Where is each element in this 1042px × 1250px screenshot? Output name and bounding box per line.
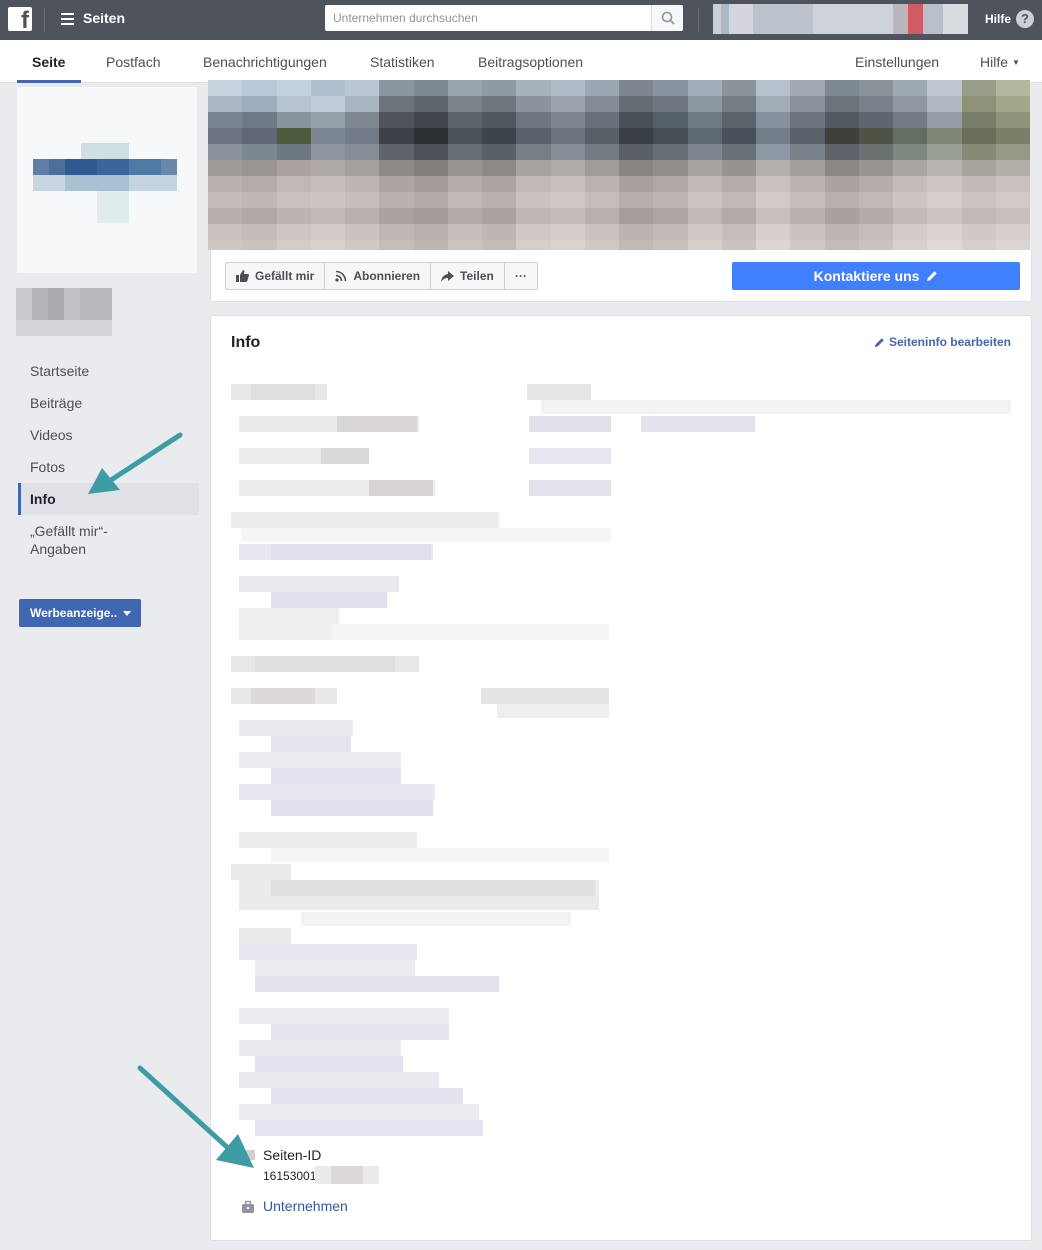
tab-statistiken[interactable]: Statistiken (370, 54, 435, 70)
tab-benachrichtigungen[interactable]: Benachrichtigungen (203, 54, 327, 70)
tab-einstellungen[interactable]: Einstellungen (855, 54, 939, 70)
action-button-group: Gefällt mir Abonnieren Teilen ··· (225, 262, 538, 290)
account-area-blurred[interactable] (713, 4, 968, 34)
facebook-logo-icon[interactable]: f (8, 7, 32, 33)
more-options-button[interactable]: ··· (505, 263, 537, 289)
pencil-icon (874, 337, 884, 347)
page-id-value: 16153001 (263, 1169, 317, 1183)
id-icon (245, 1150, 255, 1160)
promote-button-label: Werbeanzeige.. (30, 606, 118, 620)
tab-beitragsoptionen[interactable]: Beitragsoptionen (478, 54, 583, 70)
edit-page-info-link[interactable]: Seiteninfo bearbeiten (874, 335, 1011, 349)
info-heading: Info (231, 334, 261, 351)
contact-button-label: Kontaktiere uns (813, 268, 920, 284)
page-action-bar: Gefällt mir Abonnieren Teilen ··· Kontak… (210, 250, 1032, 302)
search-input[interactable] (325, 5, 651, 31)
page-id-blurred-part (315, 1166, 379, 1184)
thumbs-up-icon (236, 270, 249, 282)
promote-button[interactable]: Werbeanzeige.. (19, 599, 141, 627)
search-box (325, 5, 683, 31)
top-navigation-bar: f Seiten Hilfe ? (0, 0, 1042, 40)
page-username-blurred (16, 320, 112, 336)
more-icon: ··· (514, 269, 527, 283)
tab-hilfe-label: Hilfe (980, 54, 1009, 70)
briefcase-icon (242, 1200, 254, 1213)
help-link[interactable]: Hilfe (985, 12, 1011, 26)
share-button-label: Teilen (460, 269, 494, 283)
category-link[interactable]: Unternehmen (263, 1198, 348, 1214)
tab-postfach[interactable]: Postfach (106, 54, 160, 70)
caret-down-icon: ▼ (1012, 58, 1020, 67)
hamburger-menu-icon[interactable] (61, 13, 74, 25)
caret-down-icon (123, 611, 132, 616)
help-icon[interactable]: ? (1016, 10, 1034, 28)
sidebar-item-info[interactable]: Info (18, 483, 199, 515)
sidebar-item-startseite[interactable]: Startseite (18, 355, 199, 387)
sidebar-item-fotos[interactable]: Fotos (18, 451, 199, 483)
contact-button[interactable]: Kontaktiere uns (732, 262, 1020, 290)
follow-button[interactable]: Abonnieren (325, 263, 432, 289)
sidebar-navigation: Startseite Beiträge Videos Fotos Info „G… (18, 355, 199, 565)
follow-button-label: Abonnieren (353, 269, 421, 283)
sidebar-item-videos[interactable]: Videos (18, 419, 199, 451)
page-id-label: Seiten-ID (263, 1147, 322, 1163)
pencil-icon (927, 271, 938, 281)
tab-hilfe[interactable]: Hilfe ▼ (980, 54, 1020, 70)
edit-page-info-label: Seiteninfo bearbeiten (888, 335, 1011, 349)
page-tab-bar: Seite Postfach Benachrichtigungen Statis… (0, 40, 1042, 83)
profile-picture-blurred[interactable] (16, 86, 198, 274)
cover-photo-blurred[interactable] (208, 80, 1030, 250)
pages-title[interactable]: Seiten (83, 10, 125, 26)
share-arrow-icon (441, 270, 455, 282)
tab-seite[interactable]: Seite (32, 54, 65, 70)
info-card: Info Seiteninfo bearbeiten Seiten-ID 161… (210, 315, 1032, 1241)
sidebar-item-likes[interactable]: „Gefällt mir“-Angaben (18, 515, 108, 565)
rss-icon (335, 270, 347, 282)
search-icon (661, 11, 675, 25)
sidebar-item-beitraege[interactable]: Beiträge (18, 387, 199, 419)
like-button-label: Gefällt mir (255, 269, 315, 283)
divider (44, 8, 45, 32)
active-tab-indicator (17, 80, 81, 83)
share-button[interactable]: Teilen (431, 263, 505, 289)
divider (698, 8, 699, 32)
like-button[interactable]: Gefällt mir (226, 263, 326, 289)
search-button[interactable] (651, 5, 683, 31)
